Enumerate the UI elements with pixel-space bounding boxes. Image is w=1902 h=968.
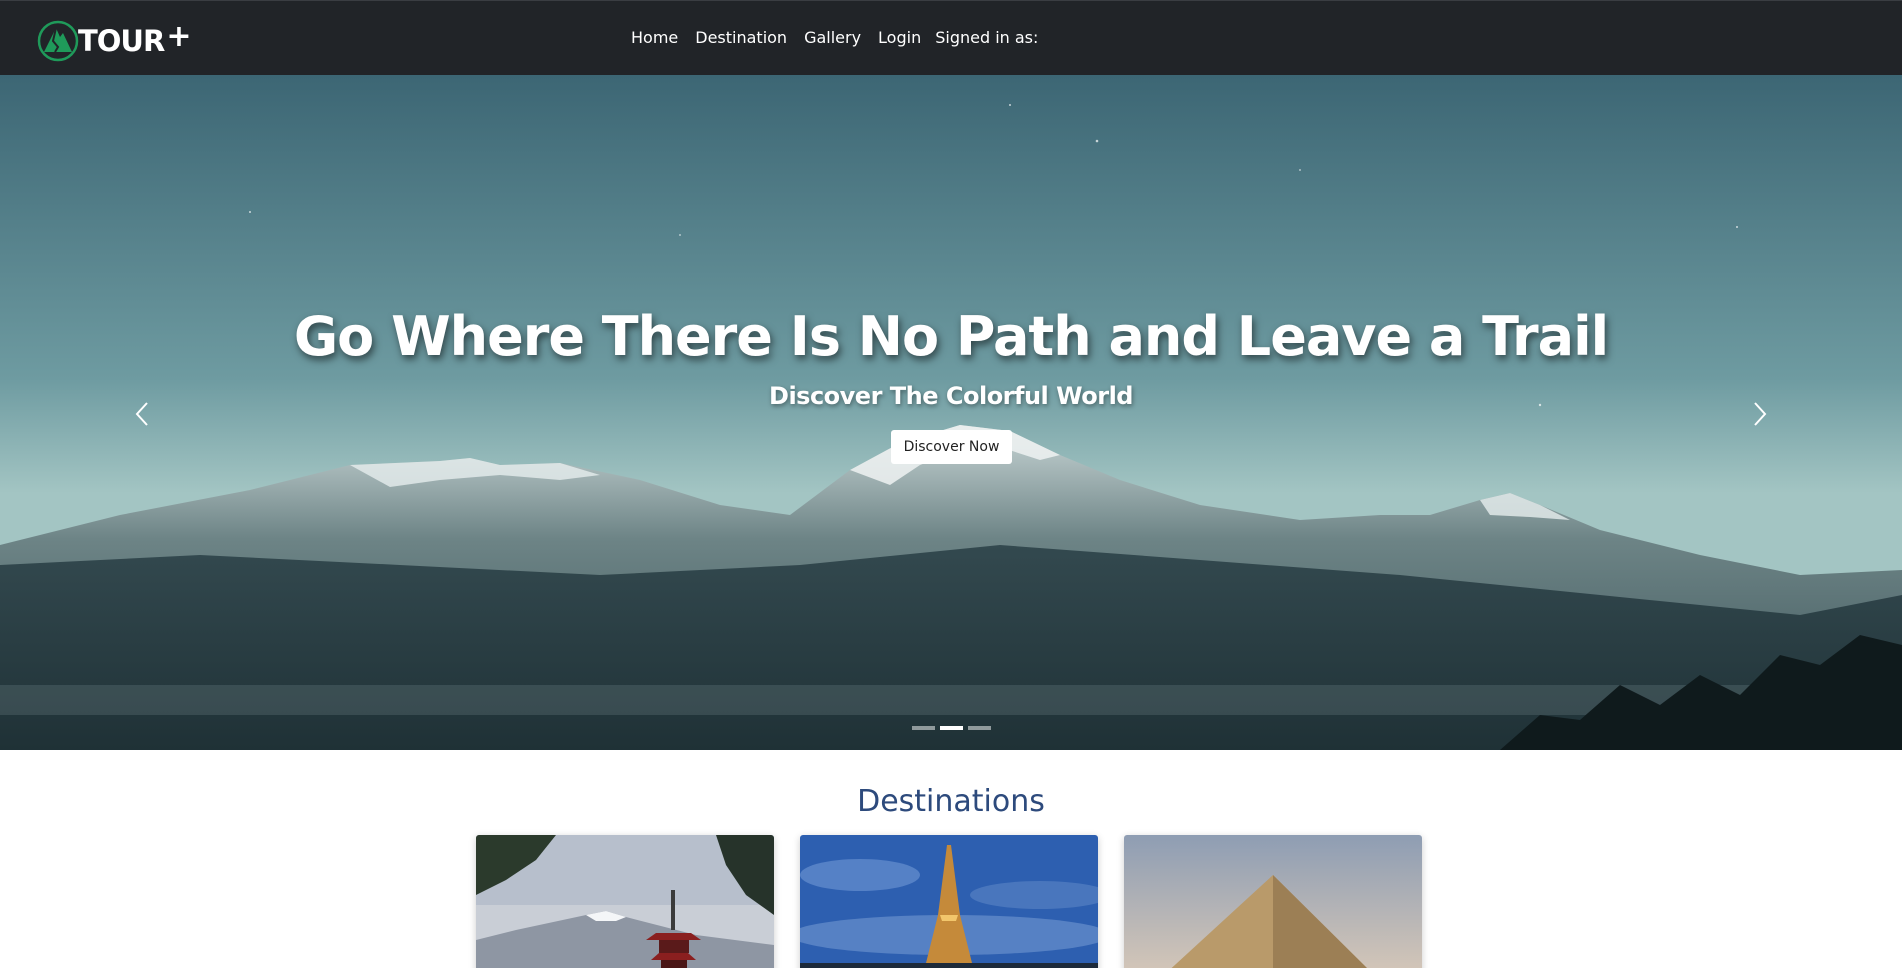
destination-card-egypt[interactable] — [1124, 835, 1422, 968]
nav-login[interactable]: Login — [878, 28, 921, 47]
brand-link[interactable]: TOUR + — [36, 19, 191, 63]
carousel-indicator-1[interactable] — [912, 726, 935, 730]
navbar: TOUR + Home Destination Gallery Login Si… — [0, 0, 1902, 75]
carousel-indicator-3[interactable] — [968, 726, 991, 730]
discover-now-button[interactable]: Discover Now — [891, 430, 1012, 464]
chevron-right-icon[interactable] — [1747, 399, 1771, 429]
brand-plus: + — [166, 18, 192, 54]
chevron-left-icon[interactable] — [131, 399, 155, 429]
hero-title: Go Where There Is No Path and Leave a Tr… — [293, 305, 1609, 368]
mountain-circle-icon — [37, 20, 79, 62]
destinations-title: Destinations — [857, 784, 1045, 819]
japan-pagoda-image — [476, 835, 774, 968]
nav-home[interactable]: Home — [631, 28, 678, 47]
nav-destination[interactable]: Destination — [695, 28, 787, 47]
carousel-indicator-2[interactable] — [940, 726, 963, 730]
carousel-indicators — [912, 726, 991, 730]
hero-carousel: Go Where There Is No Path and Leave a Tr… — [0, 75, 1902, 750]
destination-card-japan[interactable] — [476, 835, 774, 968]
hero-background-image — [0, 75, 1902, 750]
nav-gallery[interactable]: Gallery — [804, 28, 861, 47]
destination-card-paris[interactable] — [800, 835, 1098, 968]
signed-in-label: Signed in as: — [935, 28, 1039, 47]
hero-subtitle: Discover The Colorful World — [769, 382, 1133, 410]
brand-name: TOUR — [78, 24, 165, 58]
pyramid-image — [1124, 835, 1422, 968]
destination-cards — [476, 835, 1422, 968]
main-nav: Home Destination Gallery Login Signed in… — [631, 28, 1038, 47]
eiffel-tower-image — [800, 835, 1098, 968]
